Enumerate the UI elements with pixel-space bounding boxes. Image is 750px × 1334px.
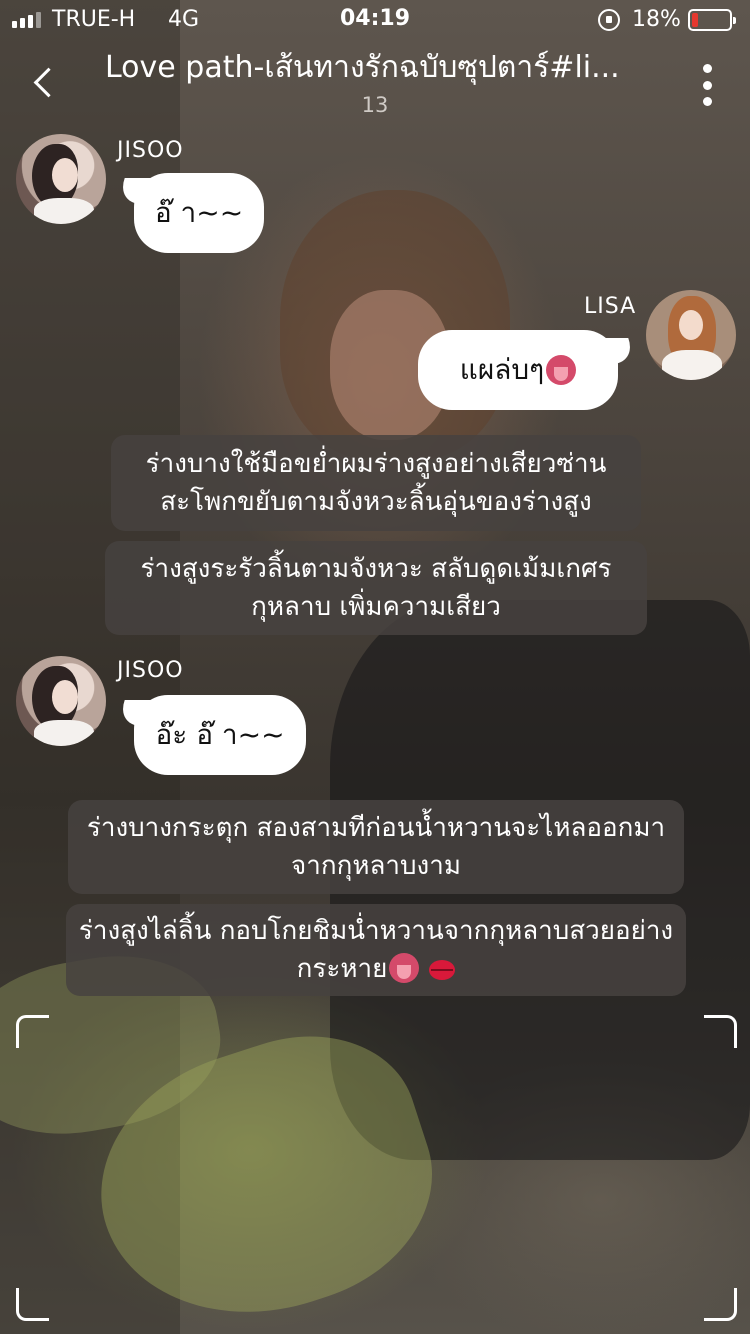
chat-bubble: อ๊ะ อ๊ า~~ xyxy=(134,695,306,775)
episode-number: 13 xyxy=(361,93,389,117)
frame-corner xyxy=(704,1015,737,1048)
tongue-emoji xyxy=(389,953,420,983)
tongue-emoji xyxy=(546,355,577,385)
narration-box: ร่างสูงไล่ลิ้น กอบโกยชิมน่ำหวานจากกุหลาบ… xyxy=(66,904,686,996)
background-photo xyxy=(0,0,750,1334)
frame-corner xyxy=(16,1015,49,1048)
frame-corner xyxy=(704,1288,737,1321)
battery-icon xyxy=(688,9,736,31)
rotation-lock-icon xyxy=(598,9,620,31)
more-button[interactable] xyxy=(694,60,720,110)
avatar-jisoo xyxy=(16,656,106,746)
avatar-lisa xyxy=(646,290,736,380)
narration-box: ร่างสูงระรัวลิ้นตามจังหวะ สลับดูดเม้มเกศ… xyxy=(105,541,647,635)
chat-bubble: แผล่บๆ xyxy=(418,330,618,410)
narration-box: ร่างบางใช้มือขย่ำผมร่างสูงอย่างเสียวซ่าน… xyxy=(111,435,641,531)
sender-name: LISA xyxy=(584,294,637,319)
sender-name: JISOO xyxy=(117,658,184,683)
sender-name: JISOO xyxy=(117,138,184,163)
frame-corner xyxy=(16,1288,49,1321)
more-vertical-icon xyxy=(702,64,712,73)
status-bar: TRUE-H 4G 04:19 18% xyxy=(0,0,750,40)
battery-percent: 18% xyxy=(632,7,681,32)
story-title: Love path-เส้นทางรักฉบับซุปตาร์#li... xyxy=(105,50,620,85)
kiss-emoji xyxy=(429,960,456,980)
chat-bubble: อ๊ า~~ xyxy=(134,173,264,253)
avatar-jisoo xyxy=(16,134,106,224)
narration-box: ร่างบางกระตุก สองสามทีก่อนน้ำหวานจะไหลออ… xyxy=(68,800,684,894)
